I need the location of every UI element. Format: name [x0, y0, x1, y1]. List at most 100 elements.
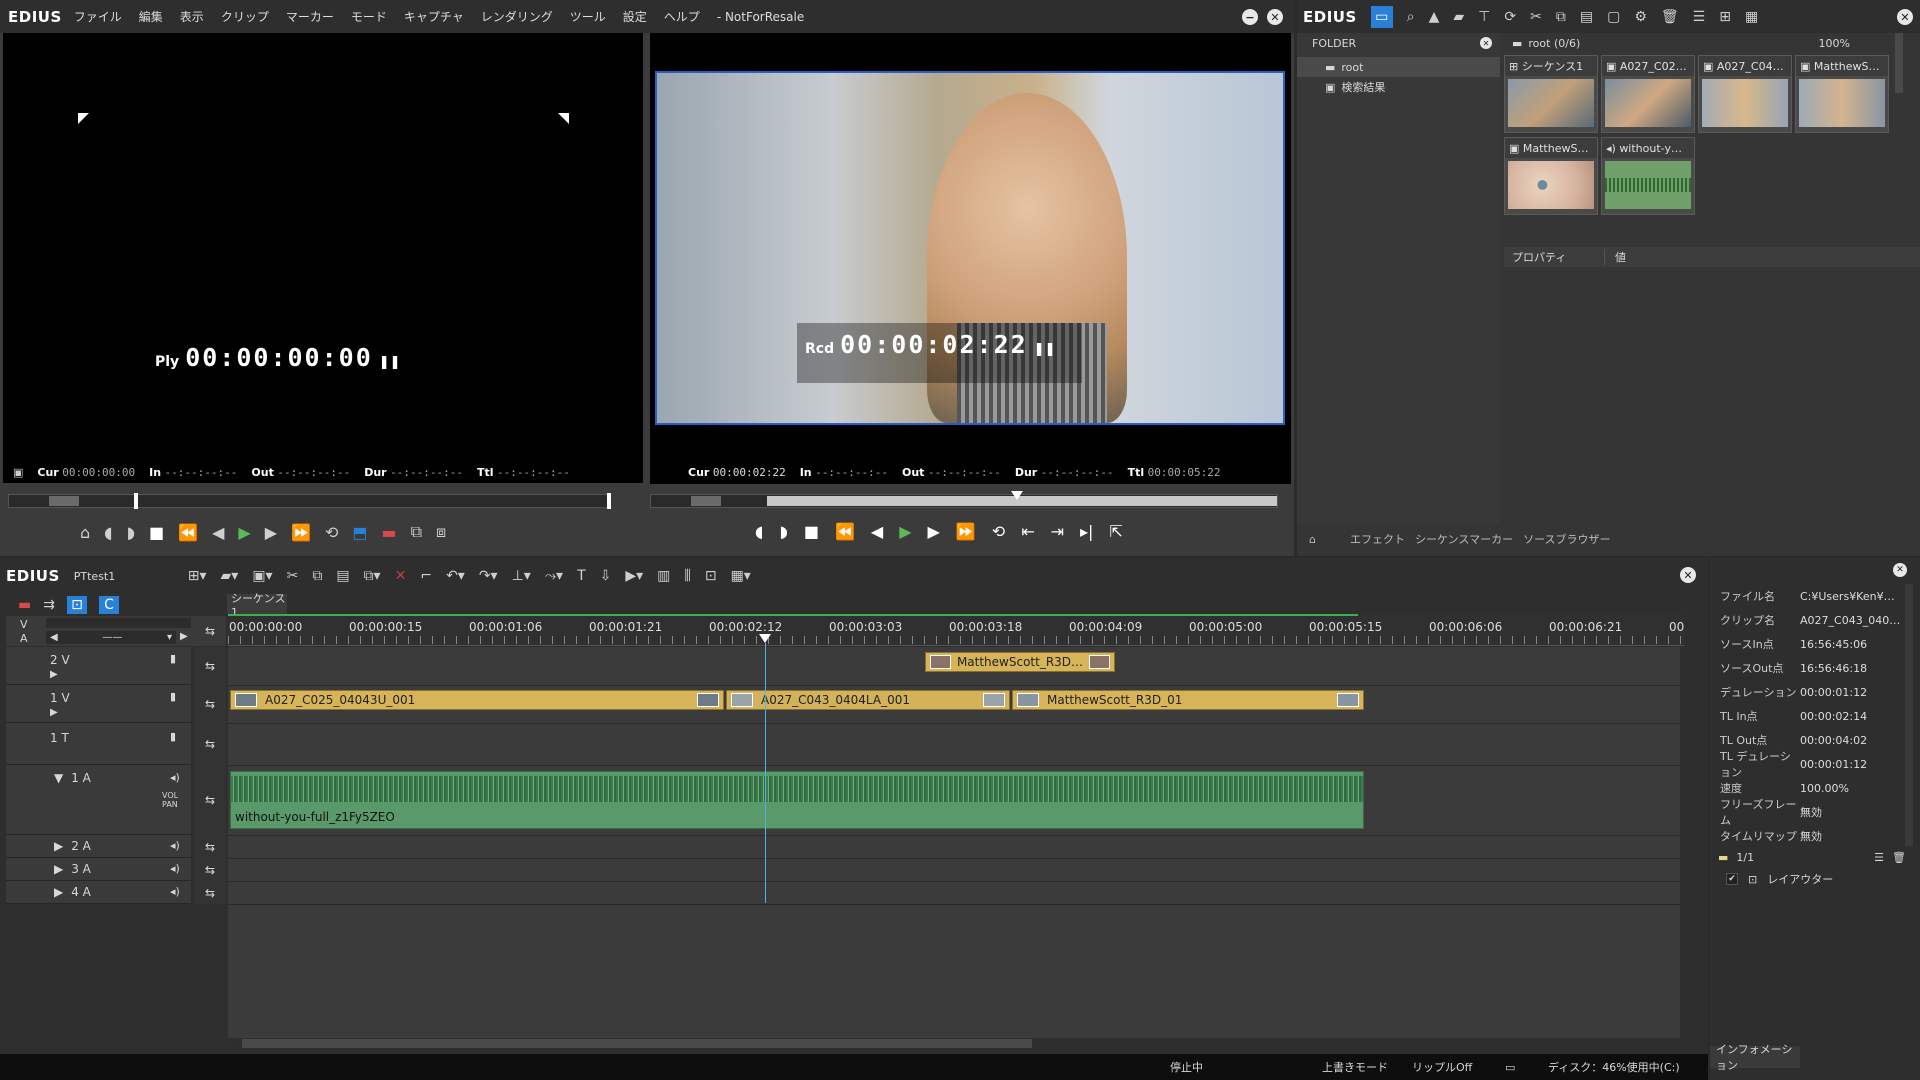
- group-icon[interactable]: ▦▾: [731, 568, 751, 584]
- track-header-1a[interactable]: ▼ 1 A ◂) VOL PAN: [6, 765, 191, 835]
- menu-edit[interactable]: 編集: [139, 8, 163, 25]
- rewind-icon[interactable]: ⏪: [178, 523, 198, 542]
- fast-forward-icon[interactable]: ⏩: [956, 522, 976, 541]
- close-icon[interactable]: ✕: [1267, 9, 1283, 25]
- cut-icon[interactable]: ✂: [287, 568, 299, 584]
- clip-1v-a027-c025[interactable]: A027_C025_04043U_001: [230, 690, 724, 710]
- bin-scrollbar[interactable]: [1895, 33, 1903, 93]
- timeline-close-icon[interactable]: ✕: [1680, 567, 1696, 583]
- mixer-icon[interactable]: ⫼: [684, 568, 690, 584]
- tab-sequence-markers[interactable]: シーケンスマーカー: [1415, 531, 1513, 547]
- sync-lock-icon[interactable]: ⇆: [194, 647, 226, 685]
- track-header-1t[interactable]: 1 T ▮: [6, 723, 191, 765]
- play-icon[interactable]: ▶: [899, 522, 911, 541]
- paste-mode-icon[interactable]: ⧉▾: [364, 568, 381, 584]
- new-sequence-icon[interactable]: ⊞▾: [188, 568, 207, 584]
- split-icon[interactable]: ⊥▾: [512, 568, 531, 584]
- expand-icon[interactable]: ▶: [54, 862, 63, 876]
- menu-settings[interactable]: 設定: [623, 8, 647, 25]
- link-mode-icon[interactable]: ⊡: [66, 596, 87, 614]
- up-folder-icon[interactable]: ▲: [1429, 9, 1440, 25]
- ripple-mode[interactable]: リップルOff: [1412, 1059, 1472, 1075]
- tab-information[interactable]: インフォメーション: [1710, 1043, 1800, 1072]
- overwrite-to-timeline-icon[interactable]: ▬: [381, 523, 396, 542]
- player-screen[interactable]: Ply 00:00:00:00 ❚❚: [3, 33, 643, 483]
- clip-1v-matthewscott[interactable]: MatthewScott_R3D_01: [1012, 690, 1364, 710]
- prev-edit-icon[interactable]: ⇤: [1021, 522, 1034, 541]
- stop-icon[interactable]: ■: [804, 522, 819, 541]
- ripple-icon[interactable]: ⤳▾: [545, 568, 563, 584]
- track-select-dropdown[interactable]: ◀ —— ▾: [46, 631, 176, 644]
- player-position-slider[interactable]: [8, 493, 611, 509]
- render-icon[interactable]: ⇩: [600, 568, 612, 584]
- stop-icon[interactable]: ■: [149, 523, 164, 542]
- recorder-shuttle-handle[interactable]: [691, 496, 721, 506]
- set-out-icon[interactable]: ◗: [127, 523, 135, 542]
- delete-icon[interactable]: ✕: [395, 568, 407, 584]
- video-mute-icon[interactable]: ▮: [170, 652, 176, 665]
- timeline-vertical-scrollbar[interactable]: [1680, 647, 1690, 1049]
- open-project-icon[interactable]: ▰▾: [221, 568, 239, 584]
- bin-clip-a027-c043[interactable]: ▣ A027_C04…: [1698, 55, 1792, 133]
- sync-lock-icon[interactable]: ⇆: [194, 881, 226, 904]
- list-view-icon[interactable]: ☰: [1693, 9, 1706, 25]
- track-header-4a[interactable]: ▶ 4 A ◂): [6, 881, 191, 904]
- player-shuttle-handle[interactable]: [49, 496, 79, 506]
- clip-1a-audio[interactable]: without-you-full_z1Fy5ZEO: [230, 771, 1364, 829]
- next-edit-icon[interactable]: ⇥: [1051, 522, 1064, 541]
- speaker-icon[interactable]: ◂): [170, 885, 180, 898]
- menu-help[interactable]: ヘルプ: [664, 8, 700, 25]
- bin-clip-matthewscott-2[interactable]: ▣ MatthewS…: [1504, 137, 1598, 215]
- monitor-icon[interactable]: ▭: [1505, 1061, 1515, 1074]
- step-forward-icon[interactable]: ▶: [928, 522, 940, 541]
- sync-icon[interactable]: ▥: [657, 568, 670, 584]
- track-height-slider[interactable]: [46, 618, 191, 628]
- add-to-timeline-icon[interactable]: ⊤: [1478, 9, 1490, 25]
- set-in-icon[interactable]: ◖: [104, 523, 112, 542]
- loop-icon[interactable]: ⟲: [325, 523, 338, 542]
- menu-file[interactable]: ファイル: [74, 8, 122, 25]
- expand-icon[interactable]: ▶: [50, 669, 58, 680]
- sync-lock-icon[interactable]: ⇆: [194, 616, 226, 646]
- export-icon[interactable]: ⧈: [436, 522, 446, 542]
- step-back-icon[interactable]: ◀: [871, 522, 883, 541]
- bin-clip-matthewscott-1[interactable]: ▣ MatthewS…: [1795, 55, 1889, 133]
- track-header-3a[interactable]: ▶ 3 A ◂): [6, 858, 191, 881]
- export-icon[interactable]: ▶▾: [625, 568, 643, 584]
- scroll-thumb[interactable]: [242, 1039, 1032, 1048]
- folder-view-icon[interactable]: ▭: [1370, 5, 1393, 28]
- list-icon[interactable]: ☰: [1874, 851, 1884, 864]
- player-settings-icon[interactable]: ▣: [13, 466, 23, 479]
- speaker-icon[interactable]: ◂): [170, 862, 180, 875]
- set-in-icon[interactable]: ◖: [755, 522, 763, 541]
- step-forward-icon[interactable]: ▶: [265, 523, 277, 542]
- rewind-icon[interactable]: ⏪: [835, 522, 855, 541]
- paste-icon[interactable]: ▤: [336, 568, 349, 584]
- show-in-player-icon[interactable]: ▢: [1607, 9, 1620, 25]
- title-icon[interactable]: T: [577, 568, 586, 584]
- save-project-icon[interactable]: ▣▾: [252, 568, 272, 584]
- copy-icon[interactable]: ⧉: [312, 568, 322, 584]
- properties-icon[interactable]: ⚙: [1634, 9, 1647, 25]
- video-mute-icon[interactable]: ▮: [170, 690, 176, 703]
- thumbnail-view-icon[interactable]: ⊞: [1719, 9, 1731, 25]
- folder-item-search[interactable]: ▣ 検索結果: [1297, 77, 1500, 97]
- palette-toggle-icon[interactable]: ⌂: [1309, 533, 1316, 546]
- speaker-icon[interactable]: ◂): [170, 771, 180, 784]
- menu-clip[interactable]: クリップ: [221, 8, 269, 25]
- mode-icon[interactable]: ▬: [18, 597, 31, 613]
- info-scrollbar[interactable]: [1905, 584, 1913, 846]
- fast-forward-icon[interactable]: ⏩: [291, 523, 311, 542]
- delete-icon[interactable]: 🗑: [1661, 9, 1679, 25]
- bin-clip-audio[interactable]: ◂) without-y…: [1601, 137, 1695, 215]
- vol-pan-toggle[interactable]: VOL PAN: [162, 791, 188, 809]
- toolbox-icon[interactable]: ▦: [1745, 9, 1758, 25]
- title-mute-icon[interactable]: ▮: [170, 730, 176, 743]
- cut-icon[interactable]: ✂: [1530, 9, 1542, 25]
- time-ruler[interactable]: 00:00:00:00 00:00:00:15 00:00:01:06 00:00:0…: [228, 614, 1684, 646]
- snap-icon[interactable]: ⊡: [705, 568, 717, 584]
- copy-icon[interactable]: ⧉: [1556, 9, 1566, 25]
- folder-close-icon[interactable]: ✕: [1480, 37, 1492, 49]
- recorder-position-slider[interactable]: [650, 491, 1278, 508]
- clip-2v-matthewscott[interactable]: MatthewScott_R3D…: [925, 652, 1115, 672]
